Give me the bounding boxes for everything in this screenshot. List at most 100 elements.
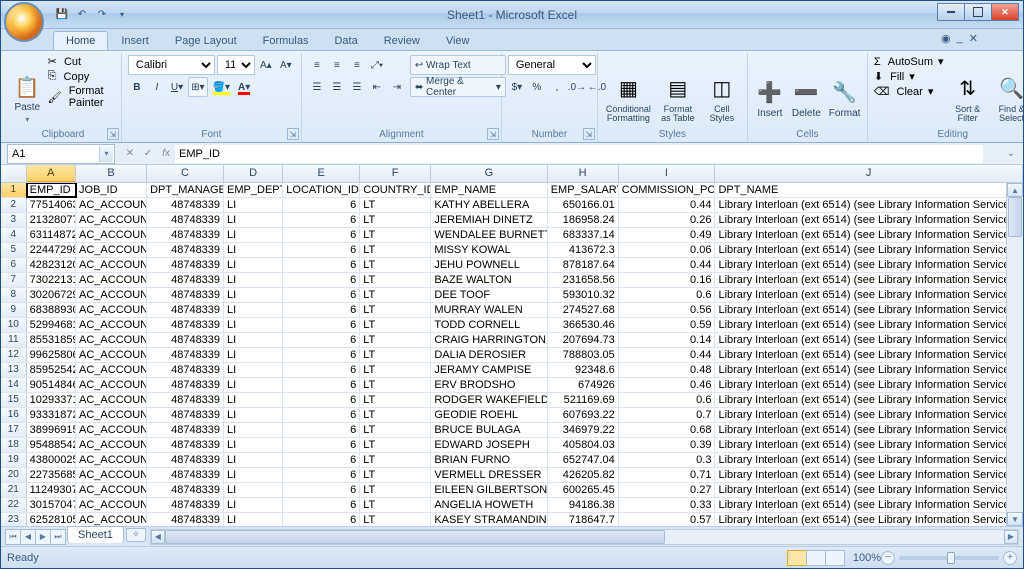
cell[interactable]: AC_ACCOUNT [76, 228, 147, 242]
clipboard-launcher[interactable]: ⇲ [107, 128, 119, 140]
cell[interactable]: 52994681 [27, 318, 76, 332]
cell[interactable]: LI [224, 213, 283, 227]
fx-icon[interactable]: fx [157, 145, 175, 163]
cell[interactable]: 426205.82 [548, 468, 619, 482]
cell[interactable]: KATHY ABELLERA [431, 198, 547, 212]
zoom-in-button[interactable]: + [1003, 551, 1017, 565]
qat-undo-icon[interactable]: ↶ [73, 6, 91, 24]
column-header[interactable]: H [548, 165, 619, 182]
sheet-tab[interactable]: Sheet1 [67, 526, 124, 543]
cell[interactable]: Library Interloan (ext 6514) (see Librar… [715, 318, 1023, 332]
row-header[interactable]: 17 [1, 423, 27, 437]
cell[interactable]: 0.44 [619, 198, 716, 212]
row-header[interactable]: 13 [1, 363, 27, 377]
cell[interactable]: 6 [283, 513, 360, 526]
cell[interactable]: 6 [283, 498, 360, 512]
sheet-nav-next[interactable]: ▶ [35, 529, 51, 545]
worksheet-grid[interactable]: ABCDEFGHIJ 1EMP_IDJOB_IDDPT_MANAGEREMP_D… [1, 165, 1023, 526]
cell[interactable]: WENDALEE BURNETT [431, 228, 547, 242]
cell[interactable]: 95488542 [27, 438, 76, 452]
cell[interactable]: ERV BRODSHO [431, 378, 547, 392]
h-scroll-thumb[interactable] [165, 530, 665, 544]
alignment-launcher[interactable]: ⇲ [487, 128, 499, 140]
row-header[interactable]: 9 [1, 303, 27, 317]
cell[interactable]: LT [360, 483, 431, 497]
cell[interactable]: Library Interloan (ext 6514) (see Librar… [715, 363, 1023, 377]
cell[interactable]: AC_ACCOUNT [76, 453, 147, 467]
cell[interactable]: AC_ACCOUNT [76, 363, 147, 377]
cell[interactable]: LI [224, 453, 283, 467]
cell[interactable]: Library Interloan (ext 6514) (see Librar… [715, 408, 1023, 422]
cell[interactable]: 6 [283, 243, 360, 257]
grow-font-button[interactable]: A▴ [257, 55, 275, 75]
row-header[interactable]: 4 [1, 228, 27, 242]
cell[interactable]: LI [224, 498, 283, 512]
cell[interactable]: Library Interloan (ext 6514) (see Librar… [715, 273, 1023, 287]
ribbon-tab-view[interactable]: View [433, 31, 483, 50]
cell[interactable]: Library Interloan (ext 6514) (see Librar… [715, 513, 1023, 526]
cell[interactable]: 48748339 [147, 438, 224, 452]
cell[interactable]: LOCATION_ID [283, 183, 360, 197]
underline-button[interactable]: U▾ [168, 77, 186, 97]
cell[interactable]: JOB_ID [76, 183, 147, 197]
cell[interactable]: LI [224, 423, 283, 437]
cell[interactable]: AC_ACCOUNT [76, 423, 147, 437]
cell[interactable]: AC_ACCOUNT [76, 213, 147, 227]
cell[interactable]: LI [224, 273, 283, 287]
cell[interactable]: 405804.03 [548, 438, 619, 452]
cell[interactable]: 6 [283, 408, 360, 422]
cell[interactable]: 48748339 [147, 273, 224, 287]
scroll-down-icon[interactable]: ▼ [1007, 512, 1023, 526]
cell[interactable]: MISSY KOWAL [431, 243, 547, 257]
cell[interactable]: 48748339 [147, 288, 224, 302]
cell[interactable]: 231658.56 [548, 273, 619, 287]
cell[interactable]: 0.26 [619, 213, 716, 227]
cell[interactable]: AC_ACCOUNT [76, 513, 147, 526]
cell[interactable]: 85531859 [27, 333, 76, 347]
italic-button[interactable]: I [148, 77, 166, 97]
cell[interactable]: AC_ACCOUNT [76, 333, 147, 347]
cell[interactable]: 6 [283, 423, 360, 437]
cell[interactable]: DPT_MANAGER [147, 183, 224, 197]
cell[interactable]: 68388930 [27, 303, 76, 317]
border-button[interactable]: ⊞▾ [188, 77, 207, 97]
cell[interactable]: LT [360, 213, 431, 227]
cell[interactable]: Library Interloan (ext 6514) (see Librar… [715, 483, 1023, 497]
scroll-thumb[interactable] [1008, 197, 1022, 237]
cell[interactable]: EDWARD JOSEPH [431, 438, 547, 452]
enter-formula-icon[interactable]: ✓ [139, 145, 157, 163]
help-icon[interactable]: ◉ [941, 32, 951, 45]
number-launcher[interactable]: ⇲ [583, 128, 595, 140]
cell[interactable]: BRUCE BULAGA [431, 423, 547, 437]
cell[interactable]: 0.6 [619, 393, 716, 407]
cell[interactable]: 652747.04 [548, 453, 619, 467]
page-layout-view-button[interactable] [806, 550, 826, 566]
cell[interactable]: 92348.6 [548, 363, 619, 377]
cancel-formula-icon[interactable]: ✕ [121, 145, 139, 163]
comma-button[interactable]: , [548, 77, 566, 97]
row-header[interactable]: 1 [1, 183, 27, 197]
cell[interactable]: 48748339 [147, 213, 224, 227]
minimize-ribbon-icon[interactable]: _ [957, 32, 963, 45]
cell[interactable]: GEODIE ROEHL [431, 408, 547, 422]
cell[interactable]: 85952542 [27, 363, 76, 377]
cell[interactable]: 674926 [548, 378, 619, 392]
cell[interactable]: 94186.38 [548, 498, 619, 512]
cell[interactable]: 48748339 [147, 498, 224, 512]
ribbon-tab-formulas[interactable]: Formulas [250, 31, 322, 50]
column-header[interactable]: D [224, 165, 283, 182]
cell[interactable]: AC_ACCOUNT [76, 468, 147, 482]
cell[interactable]: AC_ACCOUNT [76, 408, 147, 422]
qat-save-icon[interactable]: 💾 [53, 6, 71, 24]
minimize-button[interactable] [937, 3, 965, 21]
qat-customize-icon[interactable]: ▾ [113, 6, 131, 24]
cell[interactable]: COMMISSION_PCT [619, 183, 716, 197]
cell[interactable]: 0.56 [619, 303, 716, 317]
font-name-select[interactable]: Calibri [128, 55, 215, 75]
cell[interactable]: Library Interloan (ext 6514) (see Librar… [715, 228, 1023, 242]
cell[interactable]: 788803.05 [548, 348, 619, 362]
row-header[interactable]: 10 [1, 318, 27, 332]
cell[interactable]: 186958.24 [548, 213, 619, 227]
cell[interactable]: AC_ACCOUNT [76, 483, 147, 497]
ribbon-tab-data[interactable]: Data [321, 31, 370, 50]
